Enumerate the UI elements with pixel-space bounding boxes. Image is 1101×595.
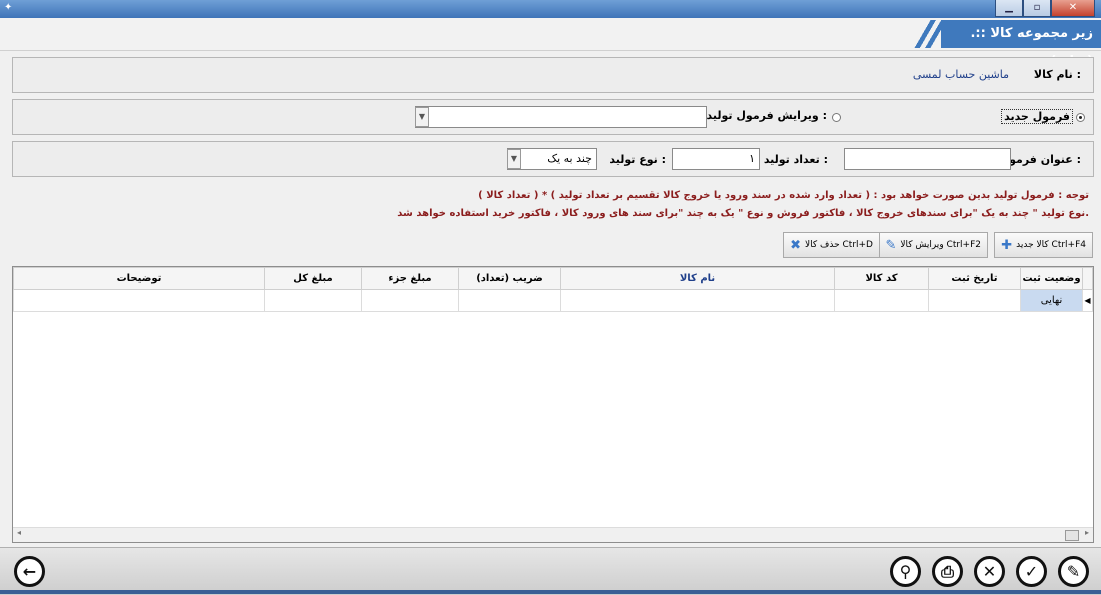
edit-item-label: ویرایش کالا Ctrl+F2 xyxy=(900,240,981,250)
pencil-icon: ✎ xyxy=(885,237,897,253)
chevron-down-icon[interactable]: ▼ xyxy=(507,149,521,169)
column-header-factor[interactable]: ضریب (تعداد) xyxy=(458,267,561,290)
production-type-label: نوع تولید : xyxy=(609,153,666,166)
production-type-note: نوع تولید " چند به یک "برای سندهای خروج … xyxy=(397,208,1089,219)
formula-title-label: عنوان فرمول : xyxy=(999,153,1081,166)
window-controls: ▁ ▫ ✕ xyxy=(995,0,1095,17)
row-indicator-header xyxy=(1082,267,1093,290)
new-item-label: کالا جدید Ctrl+F4 xyxy=(1016,240,1086,250)
scroll-right-icon[interactable]: ▸ xyxy=(1085,528,1089,537)
delete-item-button[interactable]: ✖ حذف کالا Ctrl+D xyxy=(783,232,880,258)
minimize-button[interactable]: ▁ xyxy=(995,0,1023,17)
scroll-thumb[interactable] xyxy=(1065,530,1079,541)
column-header-code[interactable]: کد کالا xyxy=(834,267,929,290)
column-header-name[interactable]: نام کالا xyxy=(560,267,835,290)
table-header-row: وضعیت ثبت تاریخ ثبت کد کالا نام کالا ضری… xyxy=(13,267,1093,290)
product-label: نام کالا : xyxy=(1033,68,1081,81)
column-header-description[interactable]: توضیحات xyxy=(13,267,265,290)
restore-button[interactable]: ▫ xyxy=(1023,0,1051,17)
close-window-button[interactable]: ✕ xyxy=(1051,0,1095,17)
cell-total[interactable] xyxy=(264,289,362,312)
cancel-icon[interactable]: ✕ xyxy=(974,556,1005,587)
scroll-left-icon[interactable]: ◂ xyxy=(17,528,21,537)
search-icon[interactable]: ⚲ xyxy=(890,556,921,587)
product-panel: نام کالا : ماشین حساب لمسی xyxy=(12,57,1094,93)
cell-description[interactable] xyxy=(13,289,265,312)
edit-item-button[interactable]: ✎ ویرایش کالا Ctrl+F2 xyxy=(878,232,988,258)
edit-formula-radio[interactable] xyxy=(832,113,841,122)
plus-icon: ✚ xyxy=(1001,237,1013,253)
taskbar xyxy=(0,590,1101,594)
column-header-status[interactable]: وضعیت ثبت xyxy=(1020,267,1083,290)
new-item-button[interactable]: ✚ کالا جدید Ctrl+F4 xyxy=(994,232,1093,258)
column-header-date[interactable]: تاریخ ثبت xyxy=(928,267,1021,290)
cell-code[interactable] xyxy=(834,289,929,312)
cell-status[interactable]: نهایی xyxy=(1020,289,1083,312)
formula-fields-panel: عنوان فرمول : تعداد تولید : ۱ نوع تولید … xyxy=(12,141,1094,177)
row-selector-icon[interactable]: ◀ xyxy=(1082,289,1093,312)
cell-factor[interactable] xyxy=(458,289,561,312)
column-header-unit-price[interactable]: مبلغ جزء xyxy=(361,267,459,290)
delete-item-label: حذف کالا Ctrl+D xyxy=(805,240,873,250)
edit-icon[interactable]: ✎ xyxy=(1058,556,1089,587)
cell-name[interactable] xyxy=(560,289,835,312)
formula-note: توجه : فرمول تولید بدین صورت خواهد بود :… xyxy=(478,190,1089,201)
formula-title-input[interactable] xyxy=(844,148,1011,170)
table-row[interactable]: ◀ نهایی xyxy=(13,289,1093,312)
column-header-total[interactable]: مبلغ کل xyxy=(264,267,362,290)
delete-icon: ✖ xyxy=(790,237,801,253)
formula-mode-panel: فرمول جدید ویرایش فرمول تولید : ▼ xyxy=(12,99,1094,135)
product-name-value: ماشین حساب لمسی xyxy=(912,68,1009,81)
horizontal-scrollbar[interactable]: ◂ ▸ xyxy=(13,527,1093,542)
edit-formula-select[interactable] xyxy=(415,106,707,128)
back-icon[interactable]: ← xyxy=(14,556,45,587)
items-table: وضعیت ثبت تاریخ ثبت کد کالا نام کالا ضری… xyxy=(13,267,1093,312)
production-count-label: تعداد تولید : xyxy=(763,153,828,166)
cell-date[interactable] xyxy=(928,289,1021,312)
chevron-down-icon[interactable]: ▼ xyxy=(415,107,429,127)
page-title: .:: زیر مجموعه کالا (تولید) xyxy=(941,20,1101,69)
header-decoration xyxy=(913,20,941,48)
form-header: .:: زیر مجموعه کالا (تولید) xyxy=(0,18,1101,69)
new-formula-label[interactable]: فرمول جدید xyxy=(1001,109,1073,124)
cell-unit-price[interactable] xyxy=(361,289,459,312)
app-icon: ✦ xyxy=(4,2,13,13)
window-titlebar: ✦ ▁ ▫ ✕ xyxy=(0,0,1101,18)
new-formula-radio[interactable] xyxy=(1076,113,1085,122)
production-count-input[interactable]: ۱ xyxy=(672,148,760,170)
confirm-icon[interactable]: ✓ xyxy=(1016,556,1047,587)
edit-formula-label[interactable]: ویرایش فرمول تولید : xyxy=(707,109,827,122)
print-icon[interactable]: ⎙ xyxy=(932,556,963,587)
items-grid[interactable]: وضعیت ثبت تاریخ ثبت کد کالا نام کالا ضری… xyxy=(12,266,1094,543)
